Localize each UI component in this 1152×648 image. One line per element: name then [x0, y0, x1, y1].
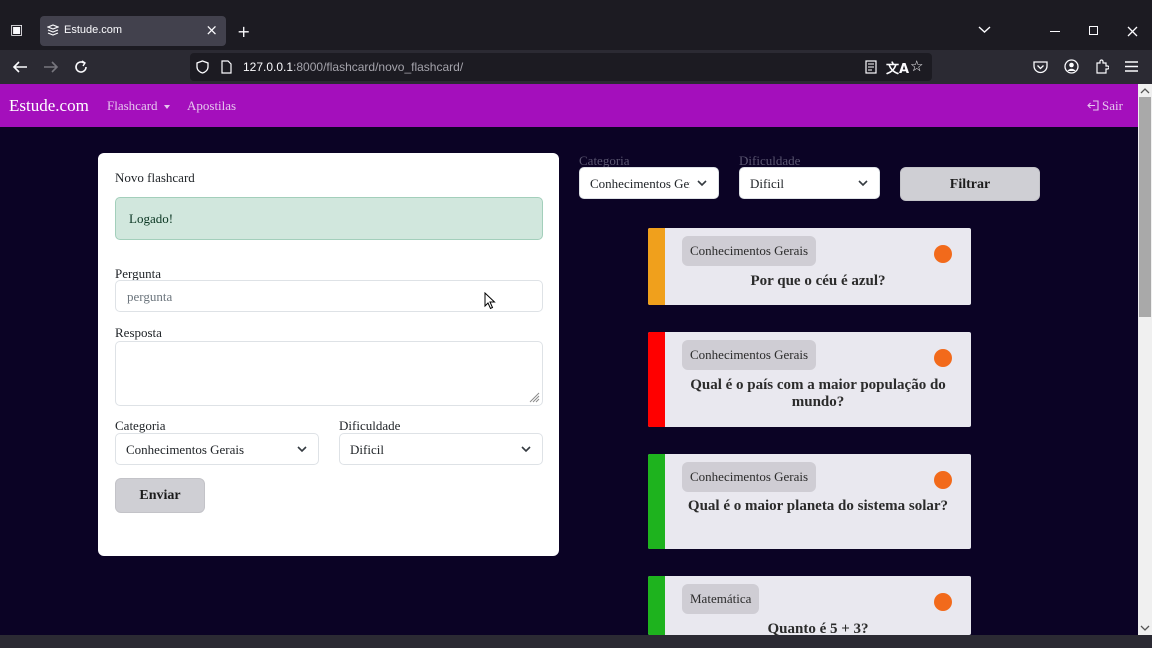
site-brand[interactable]: Estude.com — [9, 96, 89, 116]
mouse-cursor-icon — [484, 292, 496, 310]
filtrar-label: Filtrar — [949, 177, 991, 192]
dificuldade-label: Dificuldade — [339, 418, 401, 433]
chevron-down-icon — [858, 180, 868, 187]
nav-sair[interactable]: Sair — [1087, 98, 1123, 114]
scroll-down-icon[interactable] — [1140, 625, 1150, 632]
caret-down-icon — [163, 105, 170, 110]
flashcard[interactable]: Conhecimentos Gerais Qual é o maior plan… — [648, 454, 971, 549]
layers-icon — [47, 24, 59, 36]
categoria-label: Categoria — [115, 418, 166, 433]
resize-handle-icon[interactable] — [529, 392, 540, 403]
minimize-icon[interactable] — [1050, 31, 1060, 32]
scrollbar-thumb[interactable] — [1139, 97, 1151, 317]
pocket-icon[interactable] — [1033, 60, 1048, 74]
nav-flashcard-dropdown[interactable]: Flashcard — [107, 98, 170, 114]
status-dot[interactable] — [934, 245, 952, 263]
flashcard[interactable]: Conhecimentos Gerais Por que o céu é azu… — [648, 228, 971, 305]
difficulty-stripe — [648, 332, 665, 427]
filter-categoria-value: Conhecimentos Gerais — [590, 176, 690, 191]
browser-tab[interactable]: Estude.com × — [40, 16, 226, 46]
flashcard-category: Matemática — [682, 584, 760, 614]
pergunta-placeholder: pergunta — [127, 289, 173, 304]
dificuldade-select[interactable]: Dificil — [339, 433, 543, 465]
difficulty-stripe — [648, 576, 665, 635]
resposta-label: Resposta — [115, 325, 162, 340]
url-text[interactable]: 127.0.0.1:8000/flashcard/novo_flashcard/ — [243, 60, 463, 74]
logout-icon — [1087, 100, 1099, 111]
account-icon[interactable] — [1064, 59, 1079, 74]
flashcard-question: Qual é o país com a maior população do m… — [690, 377, 946, 410]
nav-flashcard-label: Flashcard — [107, 98, 158, 113]
tab-overview-icon[interactable]: ▣ — [10, 22, 23, 38]
difficulty-stripe — [648, 228, 665, 305]
scroll-up-icon[interactable] — [1140, 87, 1150, 94]
tab-close-icon[interactable]: × — [205, 21, 218, 39]
reader-view-icon[interactable] — [865, 60, 877, 74]
new-tab-icon[interactable]: + — [237, 22, 250, 41]
filtrar-button[interactable]: Filtrar — [900, 167, 1040, 201]
chevron-down-icon — [297, 446, 307, 453]
categoria-select-value: Conhecimentos Gerais — [126, 442, 245, 457]
shield-icon[interactable] — [196, 60, 209, 74]
tab-title: Estude.com — [64, 24, 123, 36]
status-dot[interactable] — [934, 349, 952, 367]
enviar-label: Enviar — [139, 488, 181, 503]
categoria-select[interactable]: Conhecimentos Gerais — [115, 433, 319, 465]
tab-list-chevron-icon[interactable] — [978, 26, 991, 34]
window-close-icon[interactable] — [1127, 26, 1138, 37]
forward-arrow-icon[interactable] — [43, 60, 59, 74]
sair-label: Sair — [1102, 98, 1123, 113]
filter-categoria-select[interactable]: Conhecimentos Gerais — [579, 167, 719, 199]
flashcard-category: Conhecimentos Gerais — [682, 340, 817, 370]
status-dot[interactable] — [934, 593, 952, 611]
resposta-textarea[interactable] — [115, 341, 543, 406]
flashcard-question: Quanto é 5 + 3? — [767, 621, 869, 635]
flashcard[interactable]: Conhecimentos Gerais Qual é o país com a… — [648, 332, 971, 427]
status-bar — [0, 635, 1152, 648]
extensions-icon[interactable] — [1095, 59, 1109, 74]
pergunta-input[interactable]: pergunta — [115, 280, 543, 312]
reload-icon[interactable] — [74, 60, 88, 74]
flashcard-question: Qual é o maior planeta do sistema solar? — [687, 498, 949, 514]
form-title: Novo flashcard — [115, 170, 195, 185]
page-icon[interactable] — [221, 60, 232, 74]
status-dot[interactable] — [934, 471, 952, 489]
flashcard-category: Conhecimentos Gerais — [682, 462, 817, 492]
nav-apostilas[interactable]: Apostilas — [187, 98, 236, 114]
filter-dificuldade-select[interactable]: Dificil — [739, 167, 880, 199]
flashcard-category: Conhecimentos Gerais — [682, 236, 817, 266]
success-alert: Logado! — [115, 197, 543, 240]
chevron-down-icon — [697, 180, 707, 187]
flashcard[interactable]: Matemática Quanto é 5 + 3? — [648, 576, 971, 635]
translate-icon[interactable]: 文A — [886, 58, 909, 77]
difficulty-stripe — [648, 454, 665, 549]
flashcard-question: Por que o céu é azul? — [750, 273, 886, 289]
enviar-button[interactable]: Enviar — [115, 478, 205, 513]
menu-icon[interactable] — [1125, 61, 1138, 72]
filter-dificuldade-value: Dificil — [750, 176, 784, 191]
bookmark-star-icon[interactable]: ☆ — [910, 57, 923, 75]
dificuldade-select-value: Dificil — [350, 442, 384, 457]
restore-icon[interactable] — [1089, 26, 1098, 35]
chevron-down-icon — [521, 446, 531, 453]
back-arrow-icon[interactable] — [12, 60, 28, 74]
alert-text: Logado! — [129, 211, 174, 226]
site-navbar — [0, 84, 1138, 127]
